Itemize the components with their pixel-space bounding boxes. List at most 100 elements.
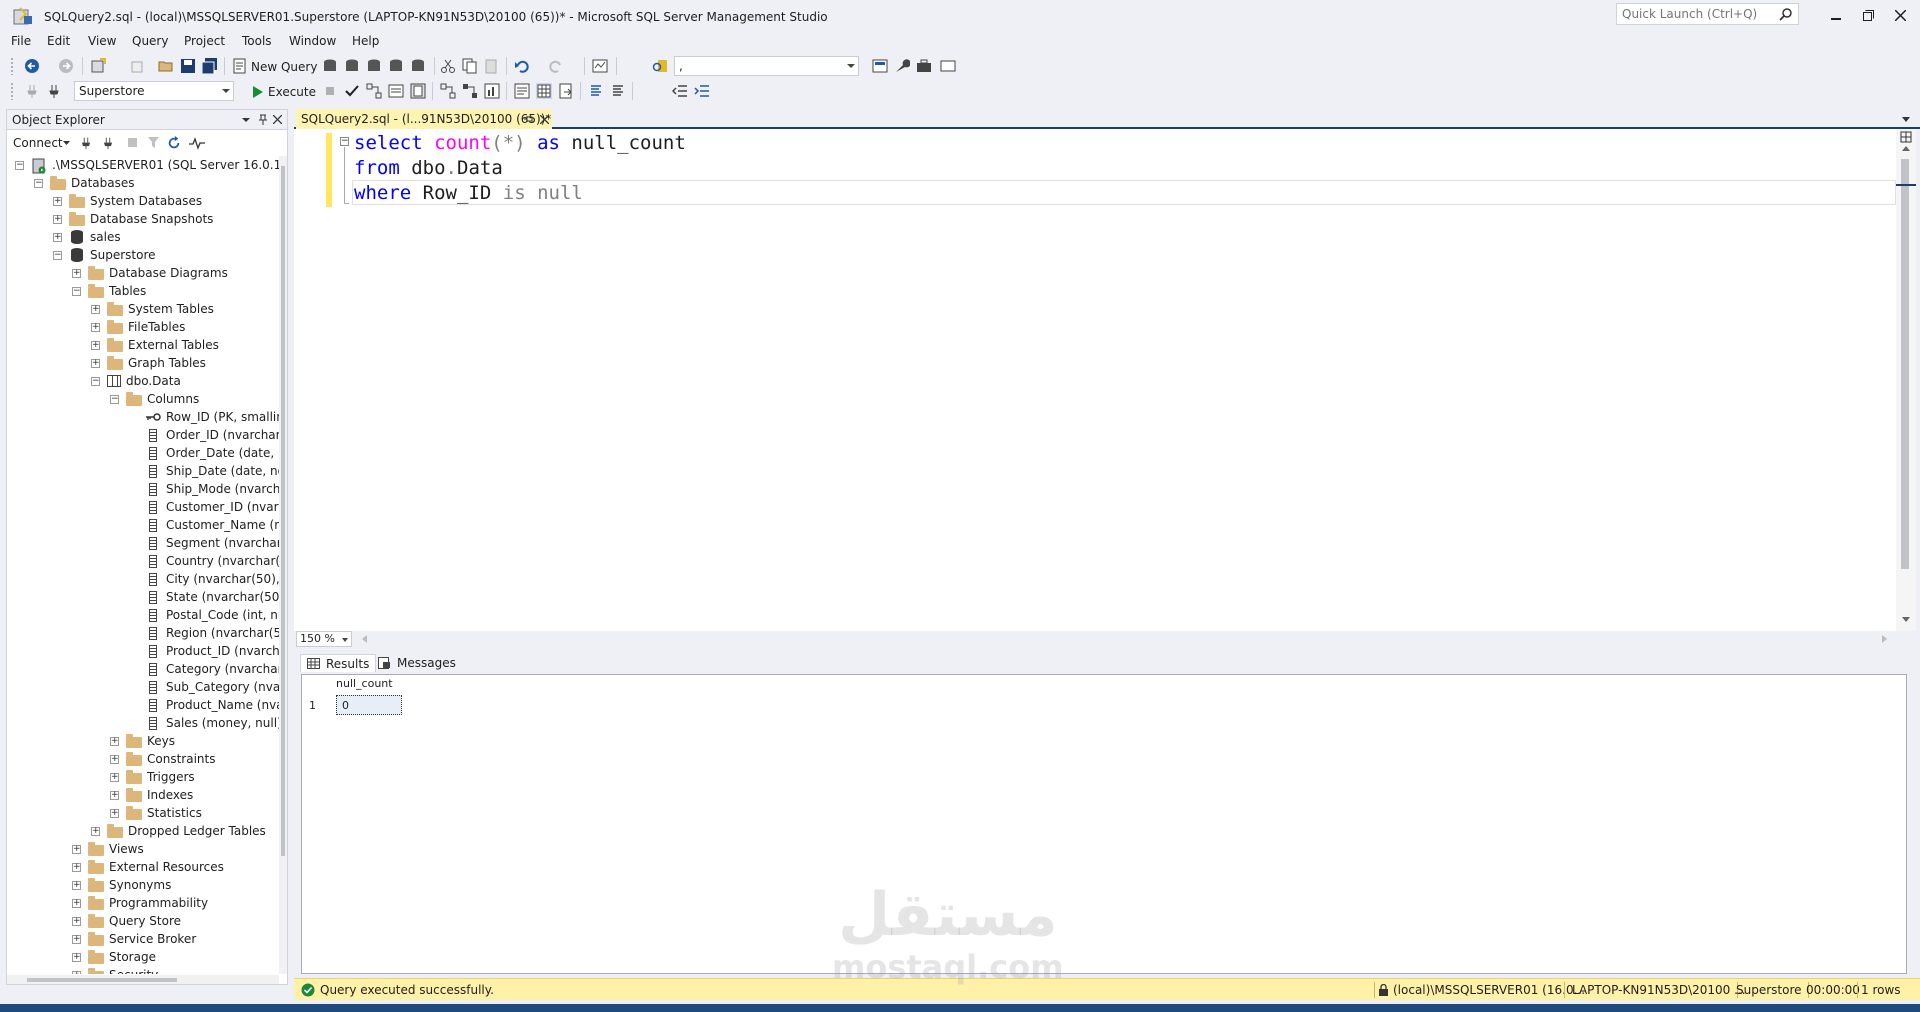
scrollbar-thumb[interactable] xyxy=(281,166,285,856)
filter-icon[interactable] xyxy=(147,136,160,149)
tree-node[interactable]: Sub_Category (nvar xyxy=(129,678,279,696)
query-options-icon[interactable] xyxy=(388,83,404,99)
tree-node[interactable]: + Keys xyxy=(110,732,175,750)
menu-project[interactable]: Project xyxy=(184,34,225,48)
tree-node[interactable]: + Query Store xyxy=(72,912,181,930)
tree-node[interactable]: Order_ID (nvarchar( xyxy=(129,426,279,444)
collapse-toggle[interactable]: − xyxy=(110,394,119,404)
tree-node[interactable]: City (nvarchar(50), r xyxy=(129,570,279,588)
registered-servers-icon[interactable] xyxy=(872,58,888,74)
expand-toggle[interactable]: + xyxy=(72,880,81,890)
disconnect-icon[interactable] xyxy=(101,136,115,150)
tree-node[interactable]: + Constraints xyxy=(110,750,215,768)
tree-node[interactable]: Ship_Mode (nvarcha xyxy=(129,480,279,498)
tree-node[interactable]: + System Databases xyxy=(53,192,202,210)
display-estimated-plan-icon[interactable] xyxy=(366,83,382,99)
analysis-xmla-query-icon[interactable] xyxy=(388,58,404,74)
menu-query[interactable]: Query xyxy=(132,34,168,48)
toolbox-icon[interactable] xyxy=(916,58,932,74)
expand-toggle[interactable]: + xyxy=(110,736,119,746)
available-databases-combo[interactable]: Superstore xyxy=(74,81,234,101)
paste-icon[interactable] xyxy=(484,58,500,74)
collapse-toggle[interactable]: − xyxy=(15,160,24,170)
restore-button[interactable] xyxy=(1854,4,1882,26)
add-item-icon[interactable] xyxy=(130,58,146,74)
comment-lines-icon[interactable] xyxy=(588,83,604,99)
tree-node[interactable]: Product_Name (nva xyxy=(129,696,279,714)
tree-node[interactable]: + Programmability xyxy=(72,894,208,912)
analysis-dax-query-icon[interactable] xyxy=(410,58,426,74)
expand-toggle[interactable]: + xyxy=(72,898,81,908)
tree-node[interactable]: + Dropped Ledger Tables xyxy=(91,822,266,840)
collapse-toggle[interactable]: − xyxy=(72,286,81,296)
zoom-combo[interactable]: 150 % xyxy=(296,631,352,647)
decrease-indent-icon[interactable] xyxy=(672,83,688,99)
scroll-left-arrow-icon[interactable] xyxy=(362,635,367,643)
menu-help[interactable]: Help xyxy=(352,34,379,48)
tree-node[interactable]: + Security xyxy=(72,966,158,974)
tree-node[interactable]: Region (nvarchar(50 xyxy=(129,624,279,642)
analysis-dmx-query-icon[interactable] xyxy=(366,58,382,74)
solution-configuration-combo[interactable]: , xyxy=(674,56,859,76)
include-actual-plan-icon[interactable] xyxy=(440,83,456,99)
tree-node[interactable]: Country (nvarchar(5 xyxy=(129,552,279,570)
quick-launch-input[interactable] xyxy=(1617,4,1772,24)
scroll-right-arrow-icon[interactable] xyxy=(1882,635,1887,643)
expand-toggle[interactable]: + xyxy=(110,790,119,800)
collapse-toggle[interactable]: − xyxy=(53,250,62,260)
tree-node[interactable]: + System Tables xyxy=(91,300,214,318)
toolbar-grip[interactable] xyxy=(10,57,14,75)
expand-toggle[interactable]: + xyxy=(110,772,119,782)
menu-file[interactable]: File xyxy=(11,34,31,48)
tree-node[interactable]: Product_ID (nvarcha xyxy=(129,642,279,660)
close-window-button[interactable] xyxy=(1886,4,1914,26)
tree-node[interactable]: Customer_Name (n xyxy=(129,516,279,534)
tree-node[interactable]: + Indexes xyxy=(110,786,193,804)
expand-toggle[interactable]: + xyxy=(110,808,119,818)
chevron-down-icon[interactable] xyxy=(242,116,250,124)
tree-node[interactable]: + Database Snapshots xyxy=(53,210,213,228)
menu-edit[interactable]: Edit xyxy=(47,34,70,48)
results-grid[interactable]: null_count 1 0 xyxy=(301,674,1907,974)
tree-node[interactable]: + Views xyxy=(72,840,144,858)
expand-toggle[interactable]: + xyxy=(72,844,81,854)
intellisense-enabled-icon[interactable] xyxy=(410,83,426,99)
tree-node[interactable]: + FileTables xyxy=(91,318,185,336)
cancel-query-stop-icon[interactable] xyxy=(322,83,338,99)
collapse-toggle[interactable]: − xyxy=(34,178,43,188)
save-all-icon[interactable] xyxy=(202,58,218,74)
scrollbar-thumb[interactable] xyxy=(1901,159,1909,569)
options-window-icon[interactable] xyxy=(940,58,956,74)
toolbar-grip[interactable] xyxy=(10,82,14,100)
expand-toggle[interactable]: + xyxy=(72,952,81,962)
pin-icon[interactable] xyxy=(258,114,268,126)
outline-collapse-toggle[interactable]: − xyxy=(340,137,349,146)
undo-icon[interactable] xyxy=(514,58,530,74)
cut-icon[interactable] xyxy=(440,58,456,74)
expand-toggle[interactable]: + xyxy=(91,304,100,314)
expand-toggle[interactable]: + xyxy=(91,322,100,332)
tree-node[interactable]: State (nvarchar(50), xyxy=(129,588,279,606)
tab-sqlquery2[interactable]: SQLQuery2.sql - (l...91N53D\20100 (65))* xyxy=(296,109,552,129)
tree-node[interactable]: + Statistics xyxy=(110,804,202,822)
results-to-grid-icon[interactable] xyxy=(536,83,552,99)
expand-toggle[interactable]: + xyxy=(72,862,81,872)
expand-toggle[interactable]: + xyxy=(110,754,119,764)
query-text[interactable]: select count(*) as null_count from dbo.D… xyxy=(354,131,686,206)
find-in-files-icon[interactable] xyxy=(652,58,668,74)
editor-vertical-scrollbar[interactable] xyxy=(1896,129,1916,631)
new-project-icon[interactable] xyxy=(90,58,106,74)
connect-dropdown[interactable]: Connect xyxy=(13,136,63,150)
stop-icon[interactable] xyxy=(127,137,138,148)
chevron-down-icon[interactable] xyxy=(1902,117,1910,123)
tree-node[interactable]: − Columns xyxy=(110,390,199,408)
open-folder-icon[interactable] xyxy=(158,58,174,74)
tree-node[interactable]: + Database Diagrams xyxy=(72,264,228,282)
tree-node[interactable]: + sales xyxy=(53,228,121,246)
live-query-statistics-icon[interactable] xyxy=(462,83,478,99)
forward-arrow-icon[interactable] xyxy=(58,58,74,74)
minimize-button[interactable] xyxy=(1822,4,1850,26)
expand-toggle[interactable]: + xyxy=(91,358,100,368)
expand-toggle[interactable]: + xyxy=(72,970,81,974)
change-connection-icon[interactable] xyxy=(46,83,62,99)
